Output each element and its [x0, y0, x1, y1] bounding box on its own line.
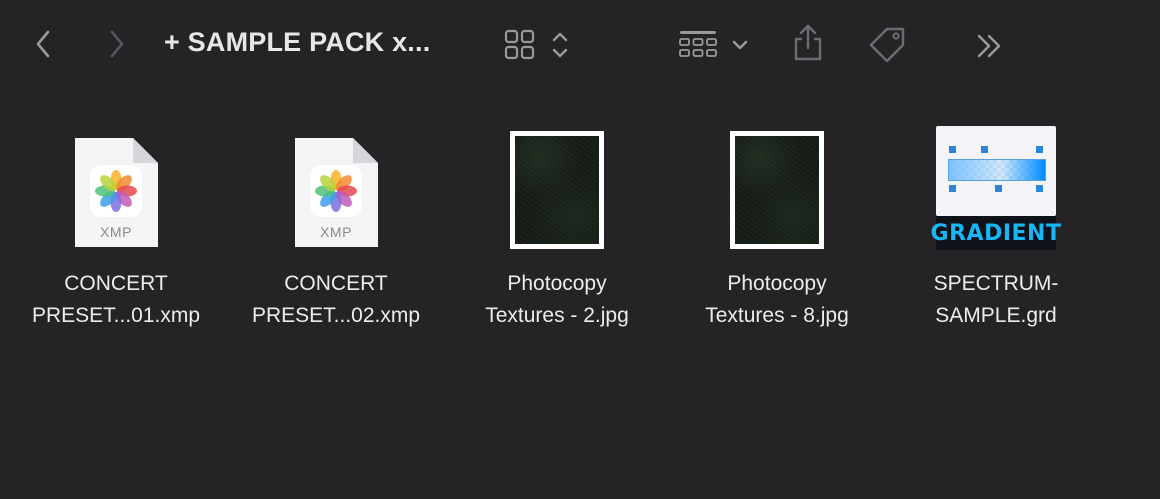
window-title: + SAMPLE PACK x...: [164, 27, 431, 57]
file-item[interactable]: Photocopy Textures - 2.jpg: [447, 120, 667, 332]
image-thumbnail: [730, 131, 824, 249]
more-toolbar-items-button[interactable]: [972, 30, 1008, 62]
tag-button[interactable]: [865, 24, 909, 66]
file-thumbnail: [667, 120, 887, 250]
toolbar: + SAMPLE PACK x...: [0, 0, 1160, 90]
view-mode-button[interactable]: [500, 26, 576, 64]
file-thumbnail: XMP: [6, 120, 226, 250]
forward-button[interactable]: [102, 27, 132, 61]
file-item[interactable]: XMP CONCERT PRESET...01.xmp: [6, 120, 226, 332]
group-by-button[interactable]: [676, 26, 754, 64]
file-item[interactable]: XMP CONCERT PRESET...02.xmp: [226, 120, 446, 332]
gradient-badge-text: GRADIENT: [930, 220, 1062, 246]
file-grid: XMP CONCERT PRESET...01.xmp XMP CONCERT …: [0, 120, 1160, 499]
tag-icon: [869, 27, 905, 63]
file-name: Photocopy Textures - 2.jpg: [485, 272, 629, 327]
file-item[interactable]: Photocopy Textures - 8.jpg: [667, 120, 887, 332]
chevron-left-icon: [36, 30, 50, 58]
image-thumbnail: [510, 131, 604, 249]
file-thumbnail: XMP: [226, 120, 446, 250]
file-name: Photocopy Textures - 8.jpg: [705, 272, 849, 327]
finder-window: + SAMPLE PACK x... XMP CONCERT PRESET...…: [0, 0, 1160, 499]
file-extension-label: XMP: [100, 224, 132, 240]
file-name: CONCERT PRESET...01.xmp: [31, 272, 201, 327]
group-by-icon: [679, 31, 748, 57]
file-thumbnail: GRADIENT: [886, 120, 1106, 250]
share-button[interactable]: [790, 22, 826, 64]
back-button[interactable]: [28, 27, 58, 61]
grid-view-icon: [504, 29, 568, 60]
double-chevron-right-icon: [977, 34, 1001, 58]
file-name: SPECTRUM- SAMPLE.grd: [933, 272, 1059, 327]
xmp-document-icon: XMP: [71, 135, 161, 250]
file-thumbnail: [447, 120, 667, 250]
file-name: CONCERT PRESET...02.xmp: [251, 272, 421, 327]
share-icon: [794, 24, 822, 61]
gradient-file-icon: GRADIENT: [931, 126, 1061, 250]
chevron-right-icon: [110, 30, 124, 58]
file-extension-label: XMP: [320, 224, 352, 240]
file-item[interactable]: GRADIENT SPECTRUM- SAMPLE.grd: [886, 120, 1106, 332]
xmp-document-icon: XMP: [291, 135, 381, 250]
